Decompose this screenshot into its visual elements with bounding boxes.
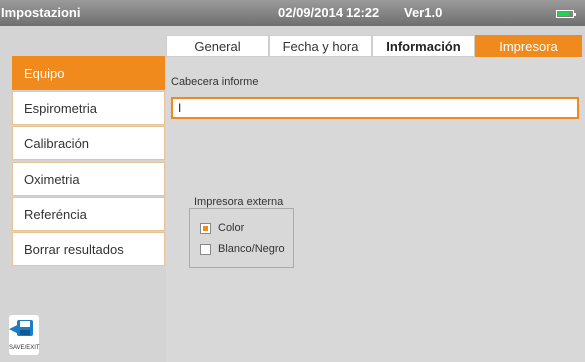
printer-group: Color Blanco/Negro [189,208,294,268]
printer-group-title: Impresora externa [194,196,284,208]
sidebar-item-calibracion[interactable]: Calibración [12,126,165,160]
time-display: 12:22 [346,5,380,20]
date-display: 02/09/2014 [278,5,344,20]
sidebar-item-espirometria[interactable]: Espirometria [12,91,165,125]
status-bar: Impostazioni 02/09/2014 12:22 Ver1.0 [0,0,585,26]
blanco-negro-checkbox[interactable] [200,244,211,255]
app-title: Impostazioni [1,5,81,20]
color-checkbox[interactable] [200,223,211,234]
option-blanco-negro-label: Blanco/Negro [218,243,285,255]
tab-impresora[interactable]: Impresora [475,35,582,57]
sidebar-item-oximetria[interactable]: Oximetria [12,162,165,196]
floppy-disk-icon [17,320,33,336]
tab-general[interactable]: General [166,35,269,57]
sidebar-item-borrar-resultados[interactable]: Borrar resultados [12,232,165,266]
save-exit-label: SAVE/EXIT [9,345,40,351]
sidebar-item-equipo[interactable]: Equipo [12,56,165,90]
tab-fecha-y-hora[interactable]: Fecha y hora [269,35,372,57]
header-label: Cabecera informe [171,76,259,88]
option-color-label: Color [218,222,245,234]
sidebar-item-referencia[interactable]: Referéncia [12,197,165,231]
save-exit-button[interactable]: ◀ SAVE/EXIT [9,315,40,355]
version-label: Ver1.0 [404,5,443,20]
main-panel: Cabecera informe I Impresora externa Col… [166,57,585,362]
report-header-input[interactable]: I [171,97,579,119]
tab-informacion[interactable]: Información [372,35,475,57]
battery-icon [556,10,576,18]
